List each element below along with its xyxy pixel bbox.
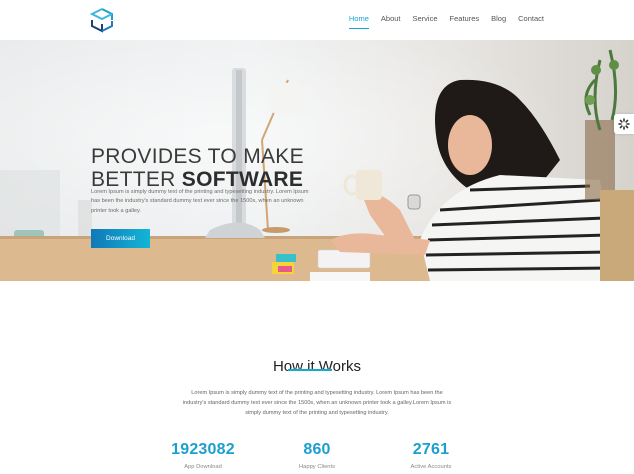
stats-row: 1923082 App Download 860 Happy Clients 2… [0,441,634,474]
download-button[interactable]: Download [91,229,150,248]
settings-widget[interactable] [614,114,634,134]
nav-item-contact[interactable]: Contact [518,14,544,29]
site-header: Home About Service Features Blog Contact [0,0,634,40]
hero-section: PROVIDES TO MAKE BETTER SOFTWARE Lorem I… [0,40,634,281]
section-title: How it Works [272,358,362,376]
hero-title: PROVIDES TO MAKE BETTER SOFTWARE [91,145,391,191]
stat-happy-clients: 860 Happy Clients [257,441,377,470]
stat-value: 1923082 [171,441,235,458]
stat-active-accounts: 2761 Active Accounts [371,441,491,470]
stat-value: 2761 [412,441,450,458]
nav-item-service[interactable]: Service [413,14,438,29]
nav-item-about[interactable]: About [381,14,401,29]
hero-title-line1: PROVIDES TO MAKE [91,145,304,169]
nav-item-blog[interactable]: Blog [491,14,506,29]
stat-app-download: 1923082 App Download [143,441,263,470]
stat-label: App Download [184,464,222,470]
hero-description: Lorem Ipsum is simply dummy text of the … [91,188,309,214]
main-nav: Home About Service Features Blog Contact [337,14,544,29]
nav-item-features[interactable]: Features [450,14,480,29]
gear-icon [618,118,630,130]
title-underline [288,369,332,371]
cube-logo-icon[interactable] [89,7,115,33]
nav-item-home[interactable]: Home [348,14,369,29]
stat-label: Happy Clients [298,464,336,470]
section-description: Lorem Ipsum is simply dummy text of the … [182,389,452,416]
stat-value: 860 [303,441,331,458]
stat-label: Active Accounts [410,464,452,470]
